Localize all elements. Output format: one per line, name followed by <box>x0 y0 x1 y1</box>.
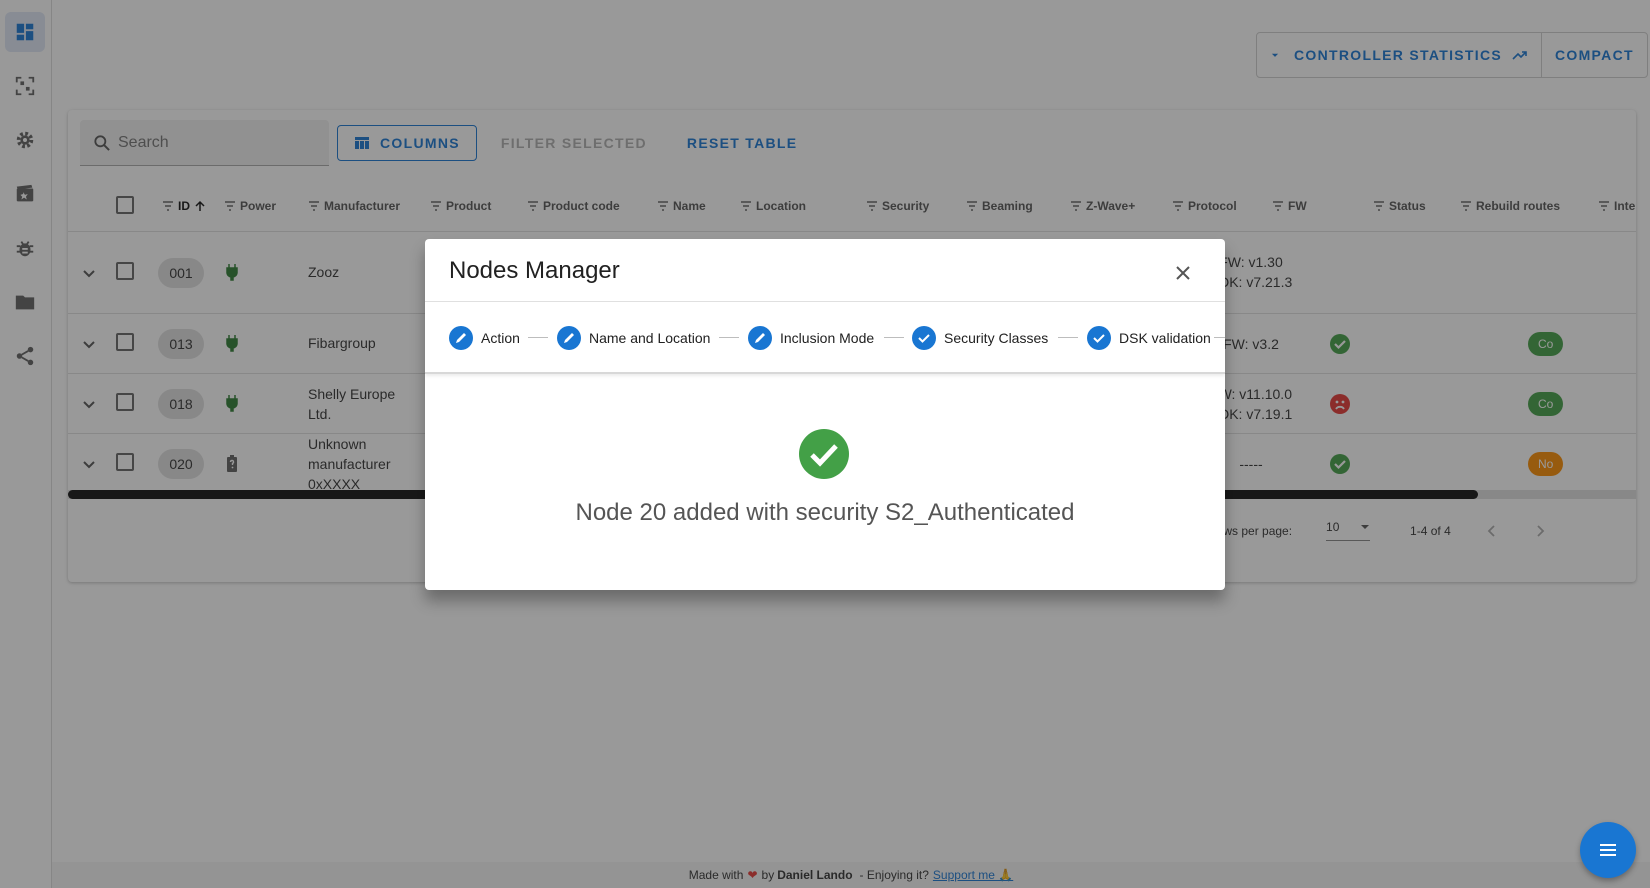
nodes-manager-dialog: Nodes Manager Action Name and Location I… <box>425 239 1225 590</box>
result-message: Node 20 added with security S2_Authentic… <box>575 499 1075 526</box>
pencil-icon <box>456 333 466 343</box>
check-icon <box>1093 334 1105 343</box>
step-name-location[interactable]: Name and Location <box>557 326 710 350</box>
close-icon[interactable] <box>1173 263 1193 283</box>
step-security-classes[interactable]: Security Classes <box>912 326 1048 350</box>
menu-icon <box>1600 844 1616 856</box>
pencil-icon <box>755 333 765 343</box>
step-connector <box>719 337 739 338</box>
dialog-title: Nodes Manager <box>449 257 620 284</box>
step-action[interactable]: Action <box>449 326 520 350</box>
check-icon <box>918 334 930 343</box>
result-panel: Node 20 added with security S2_Authentic… <box>425 375 1225 590</box>
step-connector <box>884 337 904 338</box>
step-connector <box>1214 337 1225 338</box>
menu-fab[interactable] <box>1580 822 1636 878</box>
pencil-icon <box>564 333 574 343</box>
step-dsk-validation[interactable]: DSK validation <box>1087 326 1211 350</box>
stepper: Action Name and Location Inclusion Mode … <box>425 302 1225 374</box>
step-inclusion-mode[interactable]: Inclusion Mode <box>748 326 874 350</box>
step-connector <box>1058 337 1078 338</box>
step-connector <box>528 337 548 338</box>
success-check-icon <box>799 429 849 479</box>
